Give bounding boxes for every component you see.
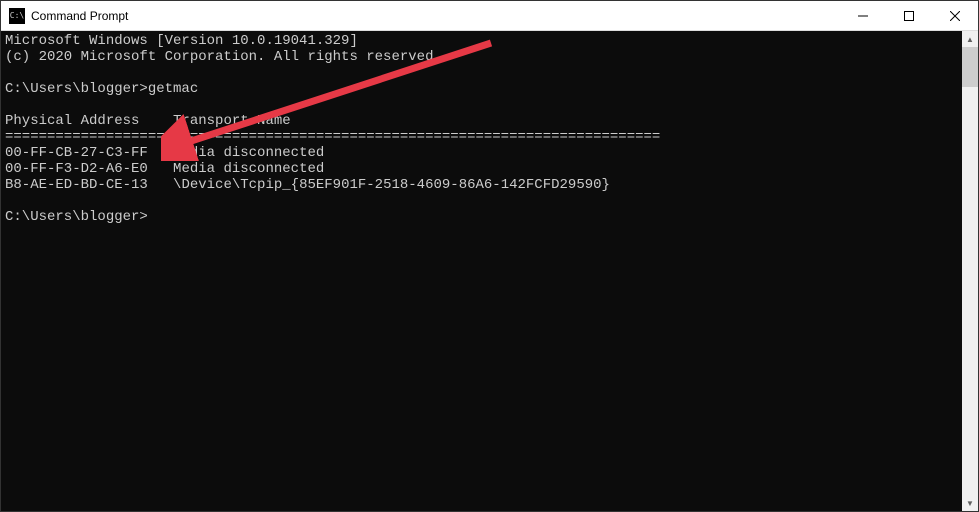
col-transport-name: Transport Name <box>173 113 291 129</box>
os-version-line: Microsoft Windows [Version 10.0.19041.32… <box>5 33 358 49</box>
table-row: 00-FF-CB-27-C3-FF Media disconnected <box>5 145 324 161</box>
copyright-line: (c) 2020 Microsoft Corporation. All righ… <box>5 49 442 65</box>
vertical-scrollbar[interactable]: ▲ ▼ <box>962 31 978 511</box>
minimize-button[interactable] <box>840 1 886 30</box>
divider-line: =================== ====================… <box>5 129 660 145</box>
close-button[interactable] <box>932 1 978 30</box>
table-row: B8-AE-ED-BD-CE-13 \Device\Tcpip_{85EF901… <box>5 177 610 193</box>
scroll-down-arrow-icon[interactable]: ▼ <box>962 495 978 511</box>
prompt-line-1: C:\Users\blogger>getmac <box>5 81 198 97</box>
command-prompt-window: C:\ Command Prompt Microsoft Windows [Ve… <box>0 0 979 512</box>
titlebar[interactable]: C:\ Command Prompt <box>1 1 978 31</box>
terminal-output[interactable]: Microsoft Windows [Version 10.0.19041.32… <box>1 31 962 511</box>
window-controls <box>840 1 978 30</box>
col-physical-address: Physical Address <box>5 113 139 129</box>
maximize-button[interactable] <box>886 1 932 30</box>
scrollbar-thumb[interactable] <box>962 47 978 87</box>
column-headers: Physical Address Transport Name <box>5 113 291 129</box>
prompt-line-2: C:\Users\blogger> <box>5 209 148 225</box>
scroll-up-arrow-icon[interactable]: ▲ <box>962 31 978 47</box>
table-row: 00-FF-F3-D2-A6-E0 Media disconnected <box>5 161 324 177</box>
app-icon: C:\ <box>9 8 25 24</box>
terminal-area: Microsoft Windows [Version 10.0.19041.32… <box>1 31 978 511</box>
window-title: Command Prompt <box>31 9 840 23</box>
